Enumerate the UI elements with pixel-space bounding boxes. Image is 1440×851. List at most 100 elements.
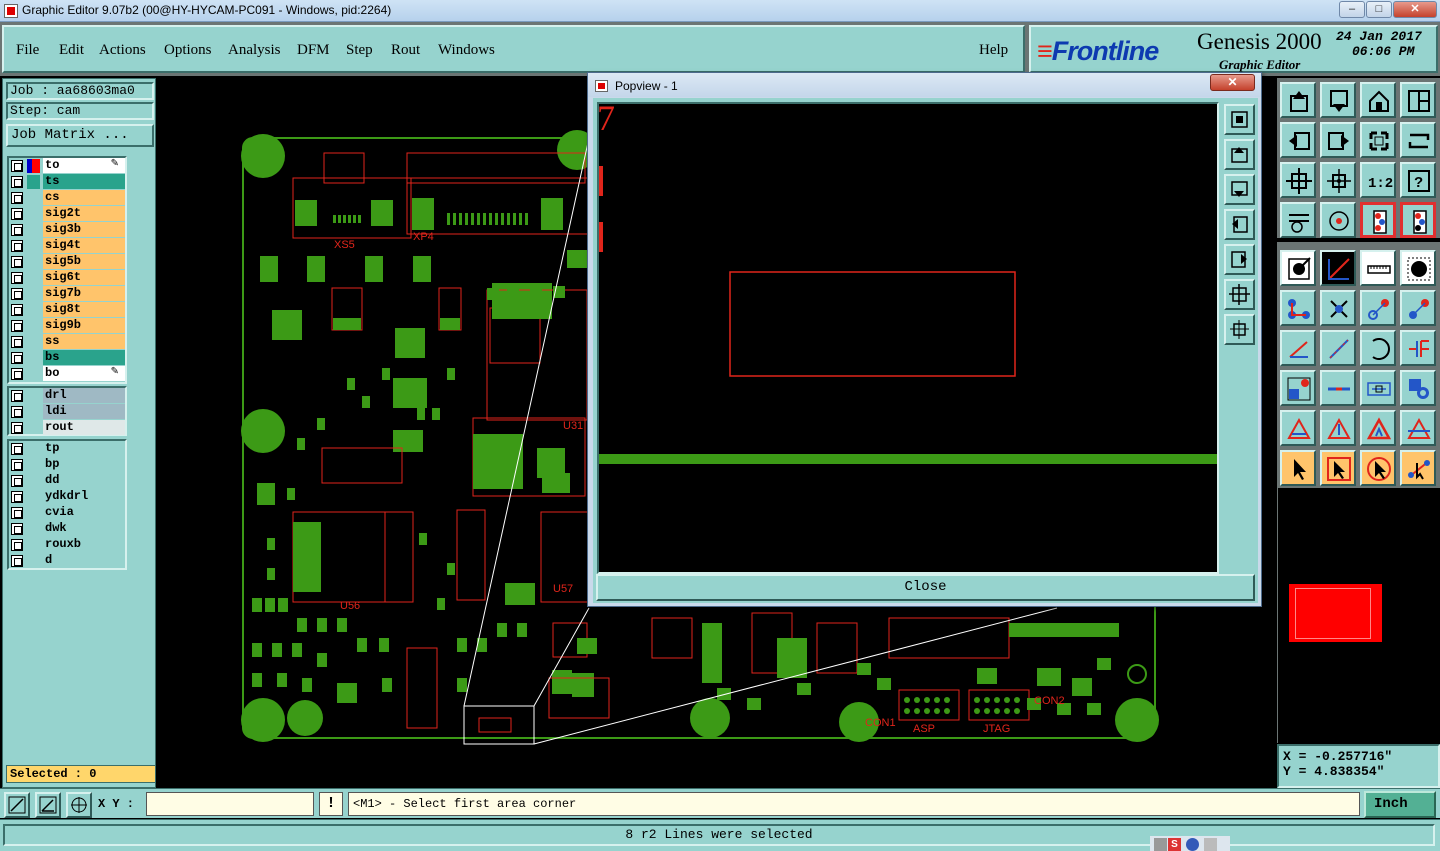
- menu-rout[interactable]: Rout: [391, 42, 420, 59]
- layer-checkbox[interactable]: [11, 443, 23, 455]
- popview-close-x-button[interactable]: ✕: [1210, 74, 1255, 91]
- layer-row-sig4t[interactable]: sig4t: [9, 238, 125, 254]
- layer-row-d[interactable]: d: [9, 553, 125, 569]
- layer-row-dd[interactable]: dd: [9, 473, 125, 489]
- layer-row-tp[interactable]: tp: [9, 441, 125, 457]
- layer-row-bs[interactable]: bs: [9, 350, 125, 366]
- overview-window[interactable]: [1277, 488, 1440, 743]
- dimension-icon[interactable]: [1360, 370, 1396, 406]
- popview-close-button[interactable]: Close: [596, 574, 1255, 601]
- menu-help[interactable]: Help: [979, 42, 1008, 59]
- cut-line-icon[interactable]: [1320, 370, 1356, 406]
- layer-checkbox[interactable]: [11, 160, 23, 172]
- layer-checkbox[interactable]: [11, 176, 23, 188]
- layer-name[interactable]: ts: [43, 174, 125, 189]
- layer-checkbox[interactable]: [11, 459, 23, 471]
- layer-name[interactable]: sig5b: [43, 254, 125, 269]
- layer-checkbox[interactable]: [11, 320, 23, 332]
- layer-checkbox[interactable]: [11, 406, 23, 418]
- menu-actions[interactable]: Actions: [99, 42, 146, 59]
- layer-row-ss[interactable]: ss: [9, 334, 125, 350]
- layer-checkbox[interactable]: [11, 539, 23, 551]
- layer-checkbox[interactable]: [11, 491, 23, 503]
- zoom-in-icon[interactable]: [1280, 162, 1316, 198]
- layer-row-sig2t[interactable]: sig2t: [9, 206, 125, 222]
- split-view-icon[interactable]: [1400, 82, 1436, 118]
- triangle-up-icon[interactable]: [1360, 410, 1396, 446]
- zoom-bottom-icon[interactable]: [1320, 82, 1356, 118]
- layer-checkbox[interactable]: [11, 224, 23, 236]
- menu-file[interactable]: File: [16, 42, 39, 59]
- menu-analysis[interactable]: Analysis: [228, 42, 281, 59]
- layer-row-bo[interactable]: bo ✎: [9, 366, 125, 382]
- help-icon[interactable]: ?: [1400, 162, 1436, 198]
- layer-checkbox[interactable]: [11, 256, 23, 268]
- layer-row-drl[interactable]: drl: [9, 388, 125, 404]
- units-selector[interactable]: Inch: [1364, 791, 1436, 828]
- popview-zoom-home-icon[interactable]: [1224, 104, 1255, 135]
- cross-icon[interactable]: [1320, 290, 1356, 326]
- move-nodes-icon[interactable]: [1280, 290, 1316, 326]
- layer-checkbox[interactable]: [11, 288, 23, 300]
- layer-stack-icon[interactable]: [1360, 202, 1396, 238]
- close-window-button[interactable]: ✕: [1393, 1, 1437, 18]
- layer-name[interactable]: dd: [43, 473, 125, 488]
- pointer-icon[interactable]: [1280, 450, 1316, 486]
- popview-pan-left-icon[interactable]: [1224, 209, 1255, 240]
- minimize-button[interactable]: ‒: [1339, 1, 1365, 18]
- layer-name[interactable]: rout: [43, 420, 125, 435]
- layer-checkbox[interactable]: [11, 352, 23, 364]
- layer-checkbox[interactable]: [11, 304, 23, 316]
- layer-name[interactable]: tp: [43, 441, 125, 456]
- menu-step[interactable]: Step: [346, 42, 373, 59]
- triangle-align-icon[interactable]: [1400, 410, 1436, 446]
- layer-row-cvia[interactable]: cvia: [9, 505, 125, 521]
- layer-name[interactable]: cvia: [43, 505, 125, 520]
- angle-mode-icon[interactable]: [35, 792, 61, 818]
- copy-pad-icon[interactable]: [1280, 370, 1316, 406]
- execute-button[interactable]: !: [319, 792, 343, 816]
- layer-checkbox[interactable]: [11, 507, 23, 519]
- layer-row-sig8t[interactable]: sig8t: [9, 302, 125, 318]
- snap-mode-icon[interactable]: [4, 792, 30, 818]
- layer-name[interactable]: cs: [43, 190, 125, 205]
- layer-row-ts[interactable]: ts: [9, 174, 125, 190]
- grid-mode-icon[interactable]: [66, 792, 92, 818]
- layer-checkbox[interactable]: [11, 422, 23, 434]
- triangle-measure-icon[interactable]: [1280, 410, 1316, 446]
- pointer-box-icon[interactable]: [1320, 450, 1356, 486]
- layer-color-swatch[interactable]: [27, 175, 40, 189]
- layer-checkbox[interactable]: [11, 192, 23, 204]
- popview-zoom-out-icon[interactable]: [1224, 314, 1255, 345]
- menu-options[interactable]: Options: [164, 42, 212, 59]
- layer-name[interactable]: dwk: [43, 521, 125, 536]
- job-matrix-button[interactable]: Job Matrix ...: [6, 124, 154, 147]
- layer-name[interactable]: bs: [43, 350, 125, 365]
- layer-name[interactable]: ydkdrl: [43, 489, 125, 504]
- layer-row-sig3b[interactable]: sig3b: [9, 222, 125, 238]
- popview-zoom-in-icon[interactable]: [1224, 279, 1255, 310]
- layer-checkbox[interactable]: [11, 208, 23, 220]
- layer-row-cs[interactable]: cs: [9, 190, 125, 206]
- arc-icon[interactable]: [1360, 330, 1396, 366]
- layer-row-ydkdrl[interactable]: ydkdrl: [9, 489, 125, 505]
- layer-name[interactable]: sig4t: [43, 238, 125, 253]
- popview-pan-right-icon[interactable]: [1224, 244, 1255, 275]
- transform-icon[interactable]: [1400, 330, 1436, 366]
- layer-checkbox[interactable]: [11, 272, 23, 284]
- maximize-button[interactable]: □: [1366, 1, 1392, 18]
- draw-color-icon[interactable]: [1320, 250, 1356, 286]
- layer-row-sig7b[interactable]: sig7b: [9, 286, 125, 302]
- group-icon[interactable]: [1400, 370, 1436, 406]
- layer-checkbox[interactable]: [11, 555, 23, 567]
- select-round-icon[interactable]: [1400, 250, 1436, 286]
- triangle-pad-icon[interactable]: [1320, 410, 1356, 446]
- pointer-round-icon[interactable]: [1360, 450, 1396, 486]
- draw-line-icon[interactable]: [1280, 330, 1316, 366]
- popview-zoom-top-icon[interactable]: [1224, 139, 1255, 170]
- layer-name[interactable]: sig6t: [43, 270, 125, 285]
- pointer-node-icon[interactable]: [1400, 450, 1436, 486]
- toggle-icon[interactable]: [1400, 122, 1436, 158]
- layer-row-to[interactable]: to ✎: [9, 158, 125, 174]
- menu-windows[interactable]: Windows: [438, 42, 495, 59]
